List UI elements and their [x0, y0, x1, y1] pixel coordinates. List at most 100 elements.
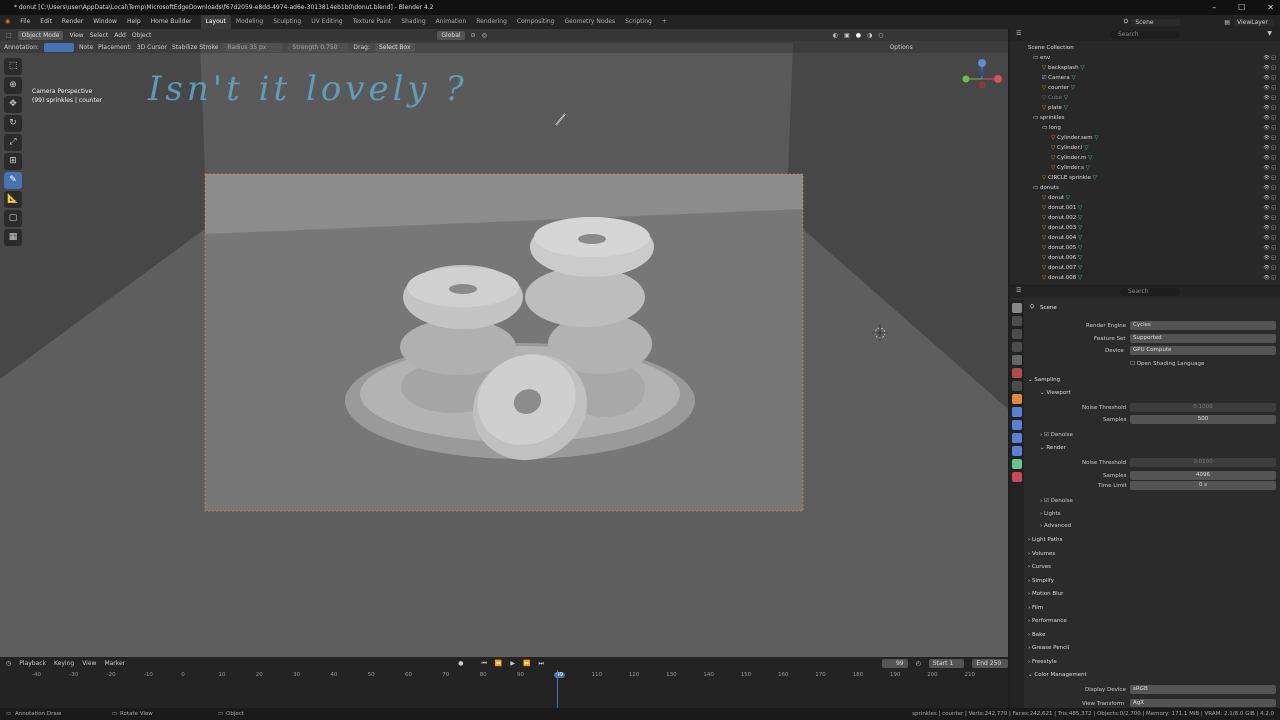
xray-icon[interactable]: ▣	[844, 32, 850, 39]
render-panel-header[interactable]: › Grease Pencil	[1028, 642, 1278, 654]
render-subpanel-header[interactable]: ⌄ Render	[1040, 442, 1276, 454]
properties-search-field[interactable]: Search	[1120, 288, 1180, 296]
outliner-row[interactable]: ▽ donut.008 ▽ 👁 ◱	[1010, 273, 1280, 283]
collection-tab-icon[interactable]	[1012, 381, 1022, 391]
overlays-icon[interactable]: ◐	[833, 32, 838, 39]
annotate-tool-icon[interactable]: ✎	[4, 172, 22, 189]
outliner-row[interactable]: ▽ counter ▽ 👁 ◱	[1010, 83, 1280, 93]
render-tab-icon[interactable]	[1012, 316, 1022, 326]
view-layer-tab-icon[interactable]	[1012, 342, 1022, 352]
editor-type-icon[interactable]: ⬚	[6, 32, 12, 39]
world-tab-icon[interactable]	[1012, 368, 1022, 378]
shading-rendered-icon[interactable]: ○	[878, 32, 883, 39]
mesh-data-icon[interactable]: ▽	[1064, 195, 1070, 201]
render-panel-header[interactable]: › Bake	[1028, 629, 1278, 641]
outliner-row[interactable]: ▽ Cube ▽ 👁 ◱	[1010, 93, 1280, 103]
cursor-tool-icon[interactable]: ⊕	[4, 77, 22, 94]
mesh-data-icon[interactable]: ▽	[1093, 135, 1098, 141]
visibility-toggle-icon[interactable]: 👁 ◱	[1263, 133, 1276, 143]
outliner-row[interactable]: ▽ backsplash ▽ 👁 ◱	[1010, 63, 1280, 73]
output-tab-icon[interactable]	[1012, 329, 1022, 339]
shading-solid-icon[interactable]: ●	[856, 32, 861, 39]
workspace-tab-geometry-nodes[interactable]: Geometry Nodes	[560, 15, 621, 29]
render-engine-select[interactable]: Cycles	[1130, 321, 1276, 330]
menu-render[interactable]: Render	[57, 15, 88, 29]
view-transform-select[interactable]: AgX	[1130, 699, 1276, 707]
vp-noise-threshold-field[interactable]: 0.1000	[1130, 403, 1276, 412]
timeline-ruler[interactable]: -40 -30 -20 -10 0 10 20 30 40 50 60 70 80 90 99 110 120 1…	[0, 670, 1008, 682]
scale-tool-icon[interactable]: ⤢	[4, 134, 22, 151]
menu-window[interactable]: Window	[88, 15, 122, 29]
next-keyframe-icon[interactable]: ⏩	[523, 660, 530, 667]
r-noise-threshold-field[interactable]: 0.0100	[1130, 458, 1276, 467]
workspace-tab-sculpting[interactable]: Sculpting	[268, 15, 306, 29]
current-frame-field[interactable]: 99	[881, 659, 908, 668]
mesh-data-icon[interactable]: ▽	[1086, 155, 1092, 161]
particles-tab-icon[interactable]	[1012, 420, 1022, 430]
menu-object[interactable]: Object	[132, 32, 152, 39]
auto-key-icon[interactable]: ●	[458, 660, 463, 667]
outliner-row[interactable]: ▽ Cylinder.s ▽ 👁 ◱	[1010, 163, 1280, 173]
workspace-tab-scripting[interactable]: Scripting	[620, 15, 657, 29]
navigation-gizmo[interactable]	[962, 59, 1003, 89]
shading-material-icon[interactable]: ◑	[867, 32, 872, 39]
render-panel-header[interactable]: › Performance	[1028, 615, 1278, 627]
outliner-search-field[interactable]: Search	[1110, 31, 1180, 39]
visibility-toggle-icon[interactable]: 👁 ◱	[1263, 273, 1276, 283]
stabilize-stroke-checkbox[interactable]: Stabilize Stroke	[172, 44, 219, 51]
visibility-toggle-icon[interactable]: 👁 ◱	[1263, 53, 1276, 63]
render-panel-header[interactable]: › Light Paths	[1028, 534, 1278, 546]
visibility-toggle-icon[interactable]: 👁 ◱	[1263, 243, 1276, 253]
lights-subpanel[interactable]: › Lights	[1040, 511, 1061, 517]
scene-name[interactable]: Scene	[1132, 18, 1181, 26]
workspace-tab-compositing[interactable]: Compositing	[512, 15, 560, 29]
material-tab-icon[interactable]	[1012, 472, 1022, 482]
mesh-data-icon[interactable]: ▽	[1091, 175, 1097, 181]
menu-keying[interactable]: Keying	[54, 660, 74, 667]
workspace-tab-animation[interactable]: Animation	[431, 15, 472, 29]
outliner-row[interactable]: ▽ donut.003 ▽ 👁 ◱	[1010, 223, 1280, 233]
menu-help[interactable]: Help	[122, 15, 146, 29]
mesh-data-icon[interactable]: ▽	[1083, 145, 1088, 151]
outliner-row[interactable]: ▽ Cylinder.l ▽ 👁 ◱	[1010, 143, 1280, 153]
blender-logo-icon[interactable]: ◉	[0, 15, 15, 29]
drag-select[interactable]: Select Box	[375, 42, 415, 52]
render-panel-header[interactable]: › Freestyle	[1028, 656, 1278, 668]
outliner-row[interactable]: ▽ donut.006 ▽ 👁 ◱	[1010, 253, 1280, 263]
display-device-select[interactable]: sRGB	[1130, 685, 1276, 694]
menu-timeline-view[interactable]: View	[82, 660, 96, 667]
mesh-data-icon[interactable]: ▽	[1070, 75, 1075, 81]
move-tool-icon[interactable]: ✥	[4, 96, 22, 113]
mesh-data-icon[interactable]: ▽	[1069, 85, 1075, 91]
outliner-row[interactable]: ▽ Cylinder.m ▽ 👁 ◱	[1010, 153, 1280, 163]
stabilize-radius-field[interactable]: Radius 35 px	[223, 42, 284, 52]
prev-keyframe-icon[interactable]: ⏪	[495, 660, 502, 667]
outliner-row[interactable]: ▽ Cylinder.sem ▽ 👁 ◱	[1010, 133, 1280, 143]
visibility-toggle-icon[interactable]: 👁 ◱	[1263, 123, 1276, 133]
visibility-toggle-icon[interactable]: 👁 ◱	[1263, 113, 1276, 123]
time-limit-field[interactable]: 0 s	[1130, 481, 1276, 490]
outliner-row[interactable]: ⎚ Camera ▽ 👁 ◱	[1010, 73, 1280, 83]
sampling-panel-header[interactable]: ⌄ Sampling	[1028, 374, 1278, 386]
add-cube-tool-icon[interactable]: ▢	[4, 210, 22, 227]
mesh-data-icon[interactable]: ▽	[1079, 65, 1084, 71]
visibility-toggle-icon[interactable]: 👁 ◱	[1263, 193, 1276, 203]
object-mode-select[interactable]: Object Mode	[17, 30, 64, 40]
vp-denoise-subpanel[interactable]: › ☑ Denoise	[1040, 432, 1073, 438]
visibility-toggle-icon[interactable]: 👁 ◱	[1263, 73, 1276, 83]
feature-set-select[interactable]: Supported	[1130, 334, 1276, 343]
visibility-toggle-icon[interactable]: 👁 ◱	[1263, 143, 1276, 153]
frame-start-field[interactable]: Start 1	[928, 659, 965, 668]
playhead-line[interactable]	[557, 670, 558, 708]
data-tab-icon[interactable]	[1012, 459, 1022, 469]
menu-marker[interactable]: Marker	[104, 660, 125, 667]
mesh-data-icon[interactable]: ▽	[1076, 225, 1082, 231]
visibility-toggle-icon[interactable]: 👁 ◱	[1263, 83, 1276, 93]
visibility-toggle-icon[interactable]: 👁 ◱	[1263, 103, 1276, 113]
visibility-toggle-icon[interactable]: 👁 ◱	[1263, 183, 1276, 193]
transform-orientation-select[interactable]: Global	[437, 30, 465, 40]
menu-file[interactable]: File	[15, 15, 35, 29]
workspace-tab-layout[interactable]: Layout	[200, 15, 231, 29]
visibility-toggle-icon[interactable]: 👁 ◱	[1263, 263, 1276, 273]
image-tool-icon[interactable]: ▦	[4, 229, 22, 246]
